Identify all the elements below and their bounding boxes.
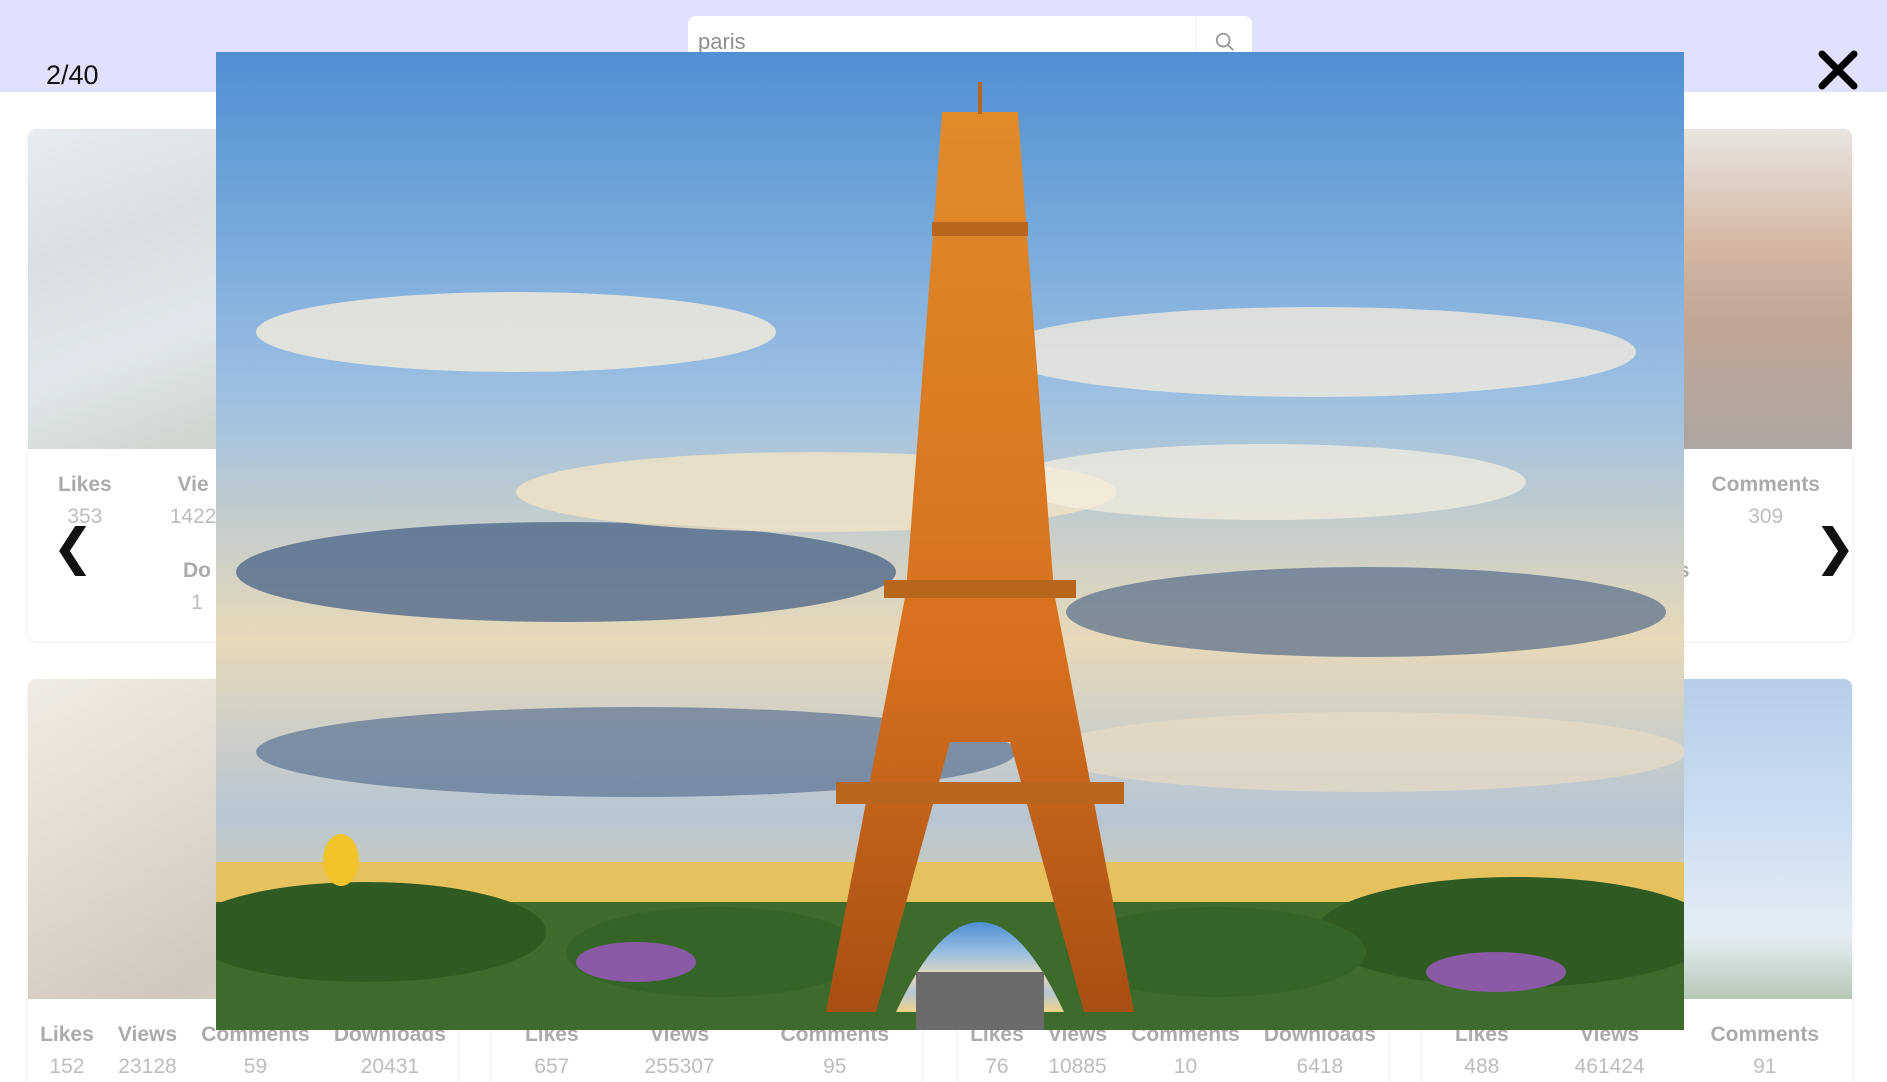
close-icon xyxy=(1818,50,1858,90)
next-button[interactable]: ❯ xyxy=(1814,522,1856,572)
image-counter: 2/40 xyxy=(46,60,99,90)
close-button[interactable] xyxy=(1816,48,1860,92)
previous-button[interactable]: ❮ xyxy=(52,522,94,572)
lightbox-image xyxy=(216,52,1684,1030)
